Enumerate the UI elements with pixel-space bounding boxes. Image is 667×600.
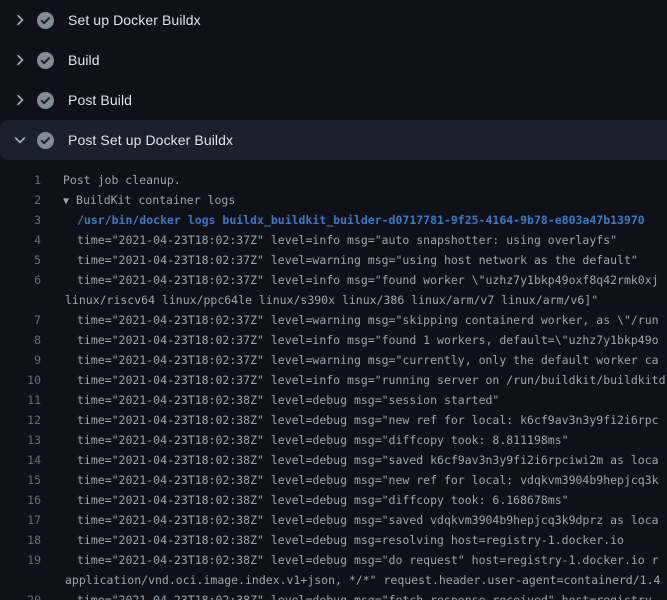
log-text: time="2021-04-23T18:02:37Z" level=info m…: [41, 270, 659, 290]
github-actions-log-viewer: Set up Docker Buildx Build Post Build: [0, 0, 667, 600]
log-line: 5time="2021-04-23T18:02:37Z" level=warni…: [0, 250, 667, 270]
log-text: time="2021-04-23T18:02:38Z" level=debug …: [41, 470, 659, 490]
line-number[interactable]: 10: [0, 370, 41, 390]
log-line: 17time="2021-04-23T18:02:38Z" level=debu…: [0, 510, 667, 530]
check-circle-icon: [37, 52, 54, 69]
line-number[interactable]: 7: [0, 310, 41, 330]
log-line: 11time="2021-04-23T18:02:38Z" level=debu…: [0, 390, 667, 410]
log-line: 4time="2021-04-23T18:02:37Z" level=info …: [0, 230, 667, 250]
check-circle-icon: [37, 12, 54, 29]
step-header-post-set-up-docker-buildx[interactable]: Post Set up Docker Buildx: [0, 120, 667, 160]
log-text: time="2021-04-23T18:02:38Z" level=debug …: [41, 590, 659, 600]
log-text: time="2021-04-23T18:02:37Z" level=warnin…: [41, 250, 638, 270]
log-text: time="2021-04-23T18:02:38Z" level=debug …: [41, 450, 659, 470]
log-text: application/vnd.oci.image.index.v1+json,…: [41, 570, 660, 590]
log-text: time="2021-04-23T18:02:38Z" level=debug …: [41, 530, 624, 550]
log-line: 18time="2021-04-23T18:02:38Z" level=debu…: [0, 530, 667, 550]
log-line: 15time="2021-04-23T18:02:38Z" level=debu…: [0, 470, 667, 490]
log-line: 3/usr/bin/docker logs buildx_buildkit_bu…: [0, 210, 667, 230]
line-number[interactable]: 18: [0, 530, 41, 550]
step-header-post-build[interactable]: Post Build: [0, 80, 667, 120]
step-header-build[interactable]: Build: [0, 40, 667, 80]
log-text: time="2021-04-23T18:02:38Z" level=debug …: [41, 430, 569, 450]
line-number[interactable]: 16: [0, 490, 41, 510]
line-number[interactable]: 19: [0, 550, 41, 570]
log-line: 2 ▼ BuildKit container logs: [0, 190, 667, 210]
line-number[interactable]: 2: [0, 190, 41, 210]
log-text: time="2021-04-23T18:02:37Z" level=info m…: [41, 230, 617, 250]
log-line: 13time="2021-04-23T18:02:38Z" level=debu…: [0, 430, 667, 450]
log-line: 20time="2021-04-23T18:02:38Z" level=debu…: [0, 590, 667, 600]
line-number[interactable]: 8: [0, 330, 41, 350]
log-text: time="2021-04-23T18:02:37Z" level=info m…: [41, 330, 659, 350]
log-text: time="2021-04-23T18:02:38Z" level=debug …: [41, 390, 499, 410]
step-header-set-up-docker-buildx[interactable]: Set up Docker Buildx: [0, 0, 667, 40]
step-title: Post Build: [68, 92, 132, 108]
chevron-down-icon[interactable]: [12, 132, 28, 148]
check-circle-icon: [37, 132, 54, 149]
log-group-title[interactable]: BuildKit container logs: [76, 193, 235, 207]
line-number[interactable]: 14: [0, 450, 41, 470]
line-number[interactable]: 5: [0, 250, 41, 270]
line-number[interactable]: 1: [0, 170, 41, 190]
line-number[interactable]: 15: [0, 470, 41, 490]
log-text: time="2021-04-23T18:02:37Z" level=warnin…: [41, 350, 659, 370]
log-text: time="2021-04-23T18:02:37Z" level=info m…: [41, 370, 666, 390]
log-line: 1Post job cleanup.: [0, 170, 667, 190]
chevron-right-icon[interactable]: [12, 92, 28, 108]
log-line: linux/riscv64 linux/ppc64le linux/s390x …: [0, 290, 667, 310]
log-line: 16time="2021-04-23T18:02:38Z" level=debu…: [0, 490, 667, 510]
log-text: linux/riscv64 linux/ppc64le linux/s390x …: [41, 290, 598, 310]
log-line: application/vnd.oci.image.index.v1+json,…: [0, 570, 667, 590]
line-number: [0, 570, 41, 590]
log-line: 9time="2021-04-23T18:02:37Z" level=warni…: [0, 350, 667, 370]
log-text: time="2021-04-23T18:02:38Z" level=debug …: [41, 550, 659, 570]
line-number[interactable]: 20: [0, 590, 41, 600]
line-number[interactable]: 6: [0, 270, 41, 290]
log-text: time="2021-04-23T18:02:38Z" level=debug …: [41, 410, 659, 430]
log-line: 8time="2021-04-23T18:02:37Z" level=info …: [0, 330, 667, 350]
step-list: Set up Docker Buildx Build Post Build: [0, 0, 667, 160]
log-line: 14time="2021-04-23T18:02:38Z" level=debu…: [0, 450, 667, 470]
log-console: 1Post job cleanup.2 ▼ BuildKit container l…: [0, 160, 667, 600]
line-number: [0, 290, 41, 310]
line-number[interactable]: 17: [0, 510, 41, 530]
log-line: 10time="2021-04-23T18:02:37Z" level=info…: [0, 370, 667, 390]
log-line: 12time="2021-04-23T18:02:38Z" level=debu…: [0, 410, 667, 430]
line-number[interactable]: 4: [0, 230, 41, 250]
line-number[interactable]: 3: [0, 210, 41, 230]
log-text: ▼ BuildKit container logs: [41, 190, 235, 210]
step-title: Set up Docker Buildx: [68, 12, 201, 28]
log-command-text: /usr/bin/docker logs buildx_buildkit_bui…: [41, 210, 645, 230]
group-collapse-triangle-icon[interactable]: ▼: [63, 196, 69, 207]
log-text: Post job cleanup.: [41, 170, 181, 190]
log-text: time="2021-04-23T18:02:37Z" level=warnin…: [41, 310, 659, 330]
log-line: 7time="2021-04-23T18:02:37Z" level=warni…: [0, 310, 667, 330]
chevron-right-icon[interactable]: [12, 52, 28, 68]
line-number[interactable]: 9: [0, 350, 41, 370]
step-title: Post Set up Docker Buildx: [68, 132, 233, 148]
log-text: time="2021-04-23T18:02:38Z" level=debug …: [41, 510, 659, 530]
log-line: 6time="2021-04-23T18:02:37Z" level=info …: [0, 270, 667, 290]
line-number[interactable]: 13: [0, 430, 41, 450]
chevron-right-icon[interactable]: [12, 12, 28, 28]
log-line: 19time="2021-04-23T18:02:38Z" level=debu…: [0, 550, 667, 570]
log-text: time="2021-04-23T18:02:38Z" level=debug …: [41, 490, 569, 510]
step-title: Build: [68, 52, 100, 68]
line-number[interactable]: 12: [0, 410, 41, 430]
check-circle-icon: [37, 92, 54, 109]
line-number[interactable]: 11: [0, 390, 41, 410]
